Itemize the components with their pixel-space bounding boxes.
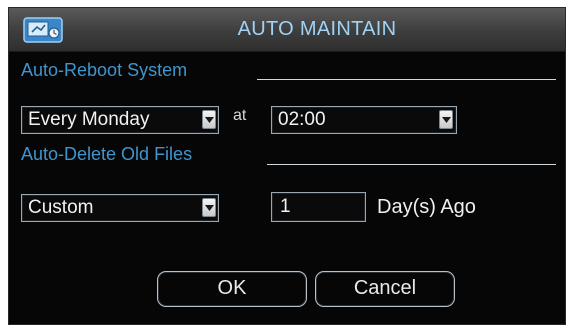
delete-mode-select[interactable]: Custom — [21, 194, 219, 222]
reboot-day-dropdown-button[interactable] — [202, 110, 216, 129]
delete-mode-dropdown-button[interactable] — [202, 198, 216, 217]
title-bar: AUTO MAINTAIN — [9, 8, 565, 52]
auto-maintain-dialog: AUTO MAINTAIN Auto-Reboot System Every M… — [8, 7, 566, 325]
delete-days-input[interactable]: 1 — [271, 192, 366, 222]
ok-button[interactable]: OK — [157, 271, 307, 307]
chevron-down-icon — [442, 117, 451, 123]
reboot-time-dropdown-button[interactable] — [439, 110, 453, 129]
delete-mode-value: Custom — [28, 197, 94, 218]
screen: AUTO MAINTAIN Auto-Reboot System Every M… — [0, 0, 582, 333]
reboot-day-select[interactable]: Every Monday — [21, 106, 219, 134]
chevron-down-icon — [205, 117, 214, 123]
auto-delete-section-divider — [267, 164, 556, 165]
days-ago-label: Day(s) Ago — [377, 196, 476, 218]
reboot-time-select[interactable]: 02:00 — [271, 106, 457, 134]
chevron-down-icon — [205, 205, 214, 211]
delete-days-value: 1 — [280, 196, 291, 217]
at-label: at — [233, 107, 247, 124]
reboot-time-value: 02:00 — [278, 109, 326, 130]
auto-delete-section-label: Auto-Delete Old Files — [21, 144, 193, 164]
cancel-button[interactable]: Cancel — [315, 271, 455, 307]
auto-reboot-section-divider — [257, 79, 556, 80]
dialog-title: AUTO MAINTAIN — [237, 18, 397, 40]
auto-reboot-section-label: Auto-Reboot System — [21, 60, 188, 80]
reboot-day-value: Every Monday — [28, 109, 150, 130]
